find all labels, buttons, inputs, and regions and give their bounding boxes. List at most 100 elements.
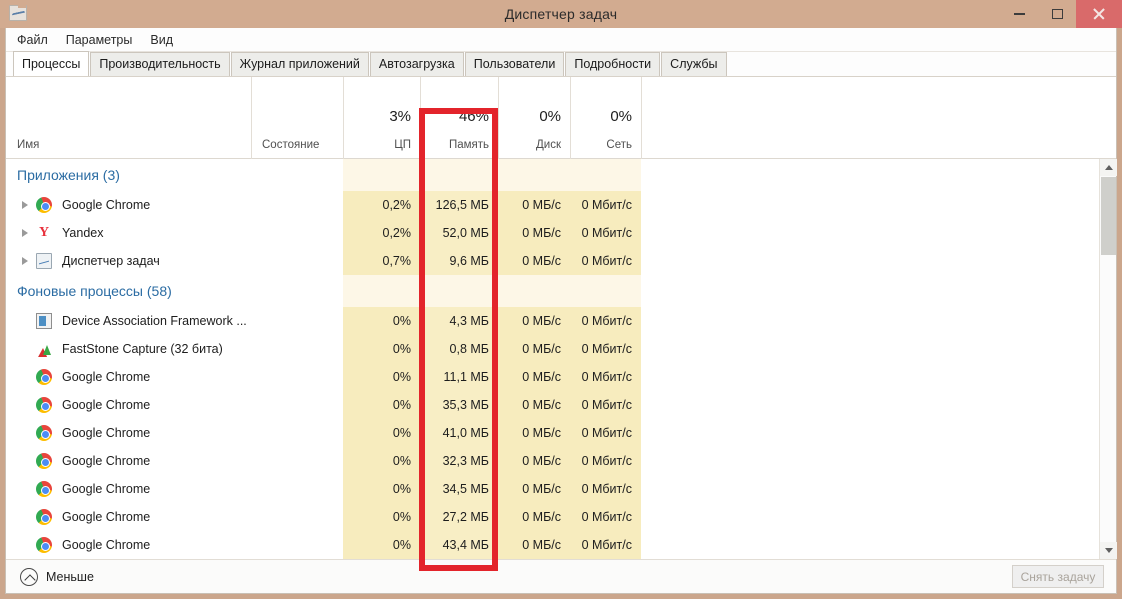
column-pct-memory: 46% — [459, 108, 489, 125]
cell-mem: 35,3 МБ — [420, 391, 498, 419]
scrollbar-thumb[interactable] — [1101, 177, 1116, 255]
cell-status — [251, 447, 343, 475]
cell-cpu — [343, 275, 420, 307]
cell-disk: 0 МБ/с — [498, 503, 570, 531]
cell-mem: 34,5 МБ — [420, 475, 498, 503]
column-label-network: Сеть — [606, 139, 632, 151]
chevron-down-icon — [1105, 548, 1113, 553]
minimize-button[interactable] — [1000, 0, 1038, 28]
cell-disk: 0 МБ/с — [498, 419, 570, 447]
fewer-details-button[interactable]: Меньше — [20, 567, 94, 587]
scroll-up-button[interactable] — [1100, 159, 1117, 176]
process-group-header[interactable]: Фоновые процессы (58) — [6, 275, 1101, 307]
menu-item-file[interactable]: Файл — [6, 28, 57, 52]
process-list[interactable]: Приложения (3)Google Chrome0,2%126,5 МБ0… — [6, 159, 1101, 559]
taskmgr-icon — [36, 253, 52, 269]
cell-name: Google Chrome — [6, 475, 251, 503]
process-row[interactable]: Device Association Framework ...0%4,3 МБ… — [6, 307, 1101, 335]
cell-name: Google Chrome — [6, 363, 251, 391]
process-row[interactable]: YYandex0,2%52,0 МБ0 МБ/с0 Мбит/с — [6, 219, 1101, 247]
cell-mem: 41,0 МБ — [420, 419, 498, 447]
title-bar: Диспетчер задач — [0, 0, 1122, 28]
process-row[interactable]: Google Chrome0%34,5 МБ0 МБ/с0 Мбит/с — [6, 475, 1101, 503]
menu-item-view[interactable]: Вид — [141, 28, 182, 52]
chrome-icon — [36, 397, 52, 413]
tab-processes[interactable]: Процессы — [13, 51, 89, 76]
chrome-icon — [36, 509, 52, 525]
cell-cpu: 0,2% — [343, 219, 420, 247]
cell-cpu: 0% — [343, 531, 420, 559]
cell-status — [251, 503, 343, 531]
cell-status — [251, 247, 343, 275]
tab-app-history[interactable]: Журнал приложений — [231, 52, 369, 76]
column-header-disk[interactable]: 0% Диск — [498, 77, 570, 159]
column-header-cpu[interactable]: 3% ЦП — [343, 77, 420, 159]
daf-icon — [36, 313, 52, 329]
column-pct-network: 0% — [610, 108, 632, 125]
process-row[interactable]: Google Chrome0%41,0 МБ0 МБ/с0 Мбит/с — [6, 419, 1101, 447]
close-button[interactable] — [1076, 0, 1122, 28]
process-row[interactable]: Google Chrome0%43,4 МБ0 МБ/с0 Мбит/с — [6, 531, 1101, 559]
expand-arrow-icon[interactable] — [22, 257, 28, 265]
expand-arrow-icon[interactable] — [22, 229, 28, 237]
process-group-header[interactable]: Приложения (3) — [6, 159, 1101, 191]
scroll-down-button[interactable] — [1100, 542, 1117, 559]
cell-disk — [498, 159, 570, 191]
column-header-status[interactable]: Состояние — [251, 77, 343, 159]
cell-disk: 0 МБ/с — [498, 363, 570, 391]
cell-net: 0 Мбит/с — [570, 531, 641, 559]
cell-disk: 0 МБ/с — [498, 531, 570, 559]
fewer-details-label: Меньше — [46, 570, 94, 584]
tab-users[interactable]: Пользователи — [465, 52, 565, 76]
chrome-icon — [36, 481, 52, 497]
vertical-scrollbar[interactable] — [1099, 159, 1116, 559]
cell-status — [251, 335, 343, 363]
column-label-cpu: ЦП — [394, 139, 411, 151]
process-row[interactable]: Google Chrome0%27,2 МБ0 МБ/с0 Мбит/с — [6, 503, 1101, 531]
cell-mem: 52,0 МБ — [420, 219, 498, 247]
cell-name: Device Association Framework ... — [6, 307, 251, 335]
cell-net: 0 Мбит/с — [570, 191, 641, 219]
process-row[interactable]: Google Chrome0,2%126,5 МБ0 МБ/с0 Мбит/с — [6, 191, 1101, 219]
cell-status — [251, 307, 343, 335]
maximize-button[interactable] — [1038, 0, 1076, 28]
process-row[interactable]: Диспетчер задач0,7%9,6 МБ0 МБ/с0 Мбит/с — [6, 247, 1101, 275]
chrome-icon — [36, 369, 52, 385]
process-row[interactable]: Google Chrome0%11,1 МБ0 МБ/с0 Мбит/с — [6, 363, 1101, 391]
cell-disk: 0 МБ/с — [498, 191, 570, 219]
cell-name: Google Chrome — [6, 531, 251, 559]
chrome-icon — [36, 425, 52, 441]
cell-name: Google Chrome — [6, 391, 251, 419]
tab-details[interactable]: Подробности — [565, 52, 660, 76]
minimize-icon — [1014, 13, 1025, 15]
process-row[interactable]: Google Chrome0%35,3 МБ0 МБ/с0 Мбит/с — [6, 391, 1101, 419]
cell-name: FastStone Capture (32 бита) — [6, 335, 251, 363]
tab-startup[interactable]: Автозагрузка — [370, 52, 464, 76]
column-header-name[interactable]: Имя — [6, 77, 251, 159]
column-divider[interactable] — [641, 77, 642, 159]
cell-cpu: 0% — [343, 363, 420, 391]
cell-cpu: 0% — [343, 475, 420, 503]
cell-mem: 32,3 МБ — [420, 447, 498, 475]
process-row[interactable]: FastStone Capture (32 бита)0%0,8 МБ0 МБ/… — [6, 335, 1101, 363]
process-name-label: Yandex — [17, 226, 103, 240]
tab-performance[interactable]: Производительность — [90, 52, 229, 76]
column-header-memory[interactable]: 46% Память — [420, 77, 498, 159]
cell-net: 0 Мбит/с — [570, 307, 641, 335]
tab-services[interactable]: Службы — [661, 52, 726, 76]
process-row[interactable]: Google Chrome0%32,3 МБ0 МБ/с0 Мбит/с — [6, 447, 1101, 475]
cell-net: 0 Мбит/с — [570, 247, 641, 275]
menu-item-options[interactable]: Параметры — [57, 28, 142, 52]
column-header-network[interactable]: 0% Сеть — [570, 77, 641, 159]
cell-cpu: 0,7% — [343, 247, 420, 275]
chrome-icon — [36, 453, 52, 469]
cell-mem: 126,5 МБ — [420, 191, 498, 219]
faststone-icon — [36, 341, 52, 357]
cell-net: 0 Мбит/с — [570, 219, 641, 247]
column-pct-cpu: 3% — [389, 108, 411, 125]
column-pct-disk: 0% — [539, 108, 561, 125]
cell-cpu: 0,2% — [343, 191, 420, 219]
end-task-button[interactable]: Снять задачу — [1012, 565, 1104, 588]
cell-mem: 11,1 МБ — [420, 363, 498, 391]
expand-arrow-icon[interactable] — [22, 201, 28, 209]
